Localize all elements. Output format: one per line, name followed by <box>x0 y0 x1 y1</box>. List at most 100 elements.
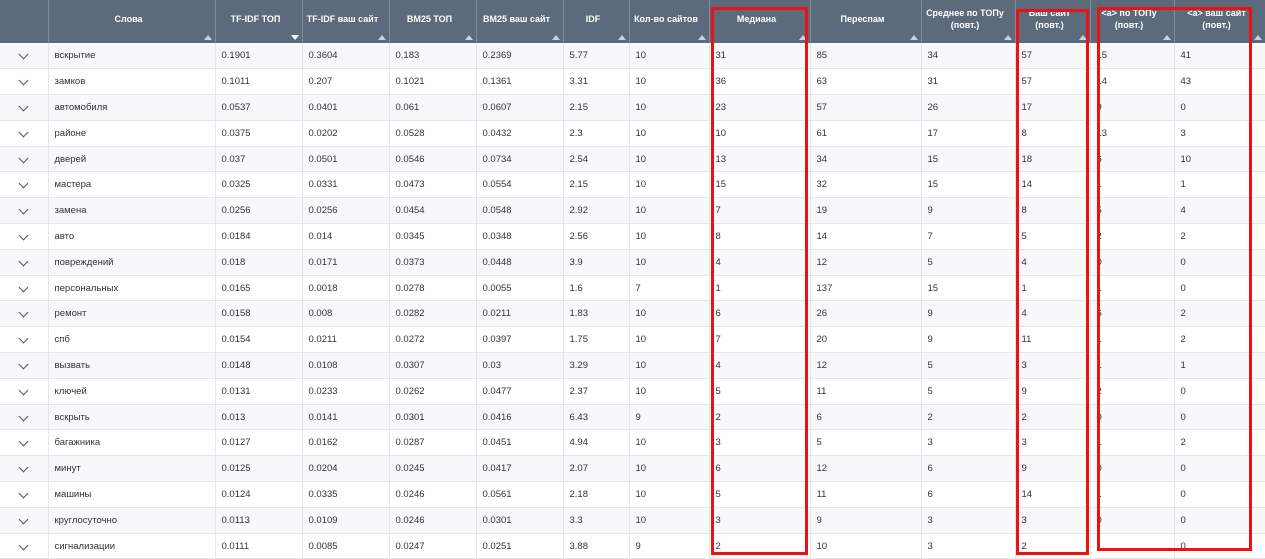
table-row[interactable]: ключей 0.0131 0.0233 0.0262 0.0477 2.37 10 5 11 5… <box>0 378 1265 405</box>
cell-sites-count: 10 <box>629 481 710 508</box>
cell-median: 5 <box>709 378 811 405</box>
sort-icon[interactable] <box>377 35 386 40</box>
cell-overspam: 20 <box>810 326 922 354</box>
row-expand-toggle[interactable] <box>0 223 49 250</box>
table-row[interactable]: вскрытие 0.1901 0.3604 0.183 0.2369 5.77 10 31 8… <box>0 43 1265 70</box>
row-expand-toggle[interactable] <box>0 455 49 483</box>
cell-tfidf-site: 0.0204 <box>302 455 390 483</box>
row-expand-toggle[interactable] <box>0 429 49 457</box>
cell-tfidf-site: 0.0202 <box>302 120 390 147</box>
row-expand-toggle[interactable] <box>0 533 49 559</box>
row-expand-toggle[interactable] <box>0 249 49 276</box>
column-header-bm25-site[interactable]: BM25 ваш сайт <box>476 0 564 43</box>
cell-tfidf-site: 0.0162 <box>302 429 390 457</box>
cell-avg-top: 17 <box>921 120 1016 147</box>
row-expand-toggle[interactable] <box>0 378 49 405</box>
table-row[interactable]: вскрыть 0.013 0.0141 0.0301 0.0416 6.43 9 2 6 2 2 0… <box>0 404 1265 431</box>
chevron-down-icon <box>18 178 29 189</box>
cell-tfidf-top: 0.1011 <box>215 68 303 96</box>
column-header-anchor-site[interactable]: <a> ваш сайт (повт.) <box>1174 0 1265 43</box>
cell-word: сигнализации <box>48 533 216 559</box>
sort-icon[interactable] <box>1162 35 1171 40</box>
table-row[interactable]: районе 0.0375 0.0202 0.0528 0.0432 2.3 10 10 61 1… <box>0 120 1265 147</box>
column-header-anchor-top[interactable]: <a> по ТОПу (повт.) <box>1090 0 1175 43</box>
row-expand-toggle[interactable] <box>0 146 49 173</box>
row-expand-toggle[interactable] <box>0 120 49 147</box>
cell-median: 4 <box>709 249 811 276</box>
cell-tfidf-site: 0.0331 <box>302 171 390 199</box>
sort-icon[interactable] <box>617 35 626 40</box>
table-row[interactable]: повреждений 0.018 0.0171 0.0373 0.0448 3.9 10 4… <box>0 249 1265 276</box>
cell-word: мастера <box>48 171 216 199</box>
row-expand-toggle[interactable] <box>0 275 49 302</box>
cell-avg-top: 9 <box>921 300 1016 328</box>
table-row[interactable]: вызвать 0.0148 0.0108 0.0307 0.03 3.29 10 4 12 5 3… <box>0 352 1265 379</box>
cell-word: замков <box>48 68 216 96</box>
sort-icon[interactable] <box>203 35 212 40</box>
cell-idf: 5.77 <box>563 43 630 70</box>
column-header-tfidf-top[interactable]: TF-IDF ТОП <box>215 0 303 43</box>
table-row[interactable]: замков 0.1011 0.207 0.1021 0.1361 3.31 10 36 63 3… <box>0 68 1265 96</box>
cell-tfidf-site: 0.0171 <box>302 249 390 276</box>
sort-icon[interactable] <box>1003 35 1012 40</box>
table-row[interactable]: сигнализации 0.0111 0.0085 0.0247 0.0251 3.88… <box>0 533 1265 559</box>
row-expand-toggle[interactable] <box>0 197 49 225</box>
column-header-bm25-top[interactable]: BM25 ТОП <box>389 0 477 43</box>
column-header-label: Медиана <box>736 13 777 24</box>
column-header-overspam[interactable]: Переспам <box>810 0 922 43</box>
row-expand-toggle[interactable] <box>0 43 49 70</box>
table-header-row: Слова TF-IDF ТОП TF-IDF ваш сайт BM25 ТОП BM… <box>0 0 1265 43</box>
table-row[interactable]: авто 0.0184 0.014 0.0345 0.0348 2.56 10 8 14 7 5 2 2 <box>0 223 1265 250</box>
table-row[interactable]: персональных 0.0165 0.0018 0.0278 0.0055 1.6 7… <box>0 275 1265 302</box>
table-row[interactable]: машины 0.0124 0.0335 0.0246 0.0561 2.18 10 5 11 6… <box>0 481 1265 508</box>
cell-idf: 2.15 <box>563 171 630 199</box>
table-row[interactable]: минут 0.0125 0.0204 0.0245 0.0417 2.07 10 6 12 6 9… <box>0 455 1265 483</box>
column-header-sites-count[interactable]: Кол-во сайтов <box>629 0 710 43</box>
cell-anchor-site: 1 <box>1174 171 1265 199</box>
sort-icon[interactable] <box>1253 35 1262 40</box>
cell-avg-top: 15 <box>921 171 1016 199</box>
cell-idf: 1.75 <box>563 326 630 354</box>
cell-site-repeats: 57 <box>1015 43 1091 70</box>
sort-icon[interactable] <box>909 35 918 40</box>
table-row[interactable]: мастера 0.0325 0.0331 0.0473 0.0554 2.15 10 15 3… <box>0 171 1265 199</box>
table-row[interactable]: ремонт 0.0158 0.008 0.0282 0.0211 1.83 10 6 26 9 4… <box>0 300 1265 328</box>
cell-avg-top: 15 <box>921 146 1016 173</box>
table-row[interactable]: багажника 0.0127 0.0162 0.0287 0.0451 4.94 10 3… <box>0 429 1265 457</box>
sort-desc-icon[interactable] <box>290 35 299 40</box>
table-row[interactable]: автомобиля 0.0537 0.0401 0.061 0.0607 2.15 10 2… <box>0 94 1265 121</box>
row-expand-toggle[interactable] <box>0 326 49 354</box>
row-expand-toggle[interactable] <box>0 300 49 328</box>
table-row[interactable]: спб 0.0154 0.0211 0.0272 0.0397 1.75 10 7 20 9 11 1… <box>0 326 1265 354</box>
column-header-tfidf-site[interactable]: TF-IDF ваш сайт <box>302 0 390 43</box>
cell-word: автомобиля <box>48 94 216 121</box>
row-expand-toggle[interactable] <box>0 404 49 431</box>
row-expand-toggle[interactable] <box>0 352 49 379</box>
cell-avg-top: 3 <box>921 429 1016 457</box>
column-header-median[interactable]: Медиана <box>709 0 811 43</box>
table-row[interactable]: круглосуточно 0.0113 0.0109 0.0246 0.0301 3.3… <box>0 507 1265 534</box>
column-header-site-repeats[interactable]: Ваш сайт (повт.) <box>1015 0 1091 43</box>
sort-icon[interactable] <box>697 35 706 40</box>
row-expand-toggle[interactable] <box>0 481 49 508</box>
cell-anchor-top: 1 <box>1090 326 1175 354</box>
row-expand-toggle[interactable] <box>0 507 49 534</box>
column-header-avg-top[interactable]: Среднее по ТОПу (повт.) <box>921 0 1016 43</box>
table-row[interactable]: замена 0.0256 0.0256 0.0454 0.0548 2.92 10 7 19 9… <box>0 197 1265 225</box>
cell-tfidf-site: 0.014 <box>302 223 390 250</box>
chevron-down-icon <box>18 411 29 421</box>
cell-word: замена <box>48 197 216 225</box>
cell-idf: 6.43 <box>563 404 630 431</box>
sort-icon[interactable] <box>1078 35 1087 40</box>
chevron-down-icon <box>18 256 29 267</box>
table-row[interactable]: дверей 0.037 0.0501 0.0546 0.0734 2.54 10 13 34 1… <box>0 146 1265 173</box>
row-expand-toggle[interactable] <box>0 68 49 96</box>
sort-icon[interactable] <box>798 35 807 40</box>
column-header-idf[interactable]: IDF <box>563 0 630 43</box>
column-header-word[interactable]: Слова <box>48 0 216 43</box>
row-expand-toggle[interactable] <box>0 171 49 199</box>
sort-icon[interactable] <box>551 35 560 40</box>
cell-anchor-top: 0 <box>1090 249 1175 276</box>
row-expand-toggle[interactable] <box>0 94 49 121</box>
sort-icon[interactable] <box>464 35 473 40</box>
